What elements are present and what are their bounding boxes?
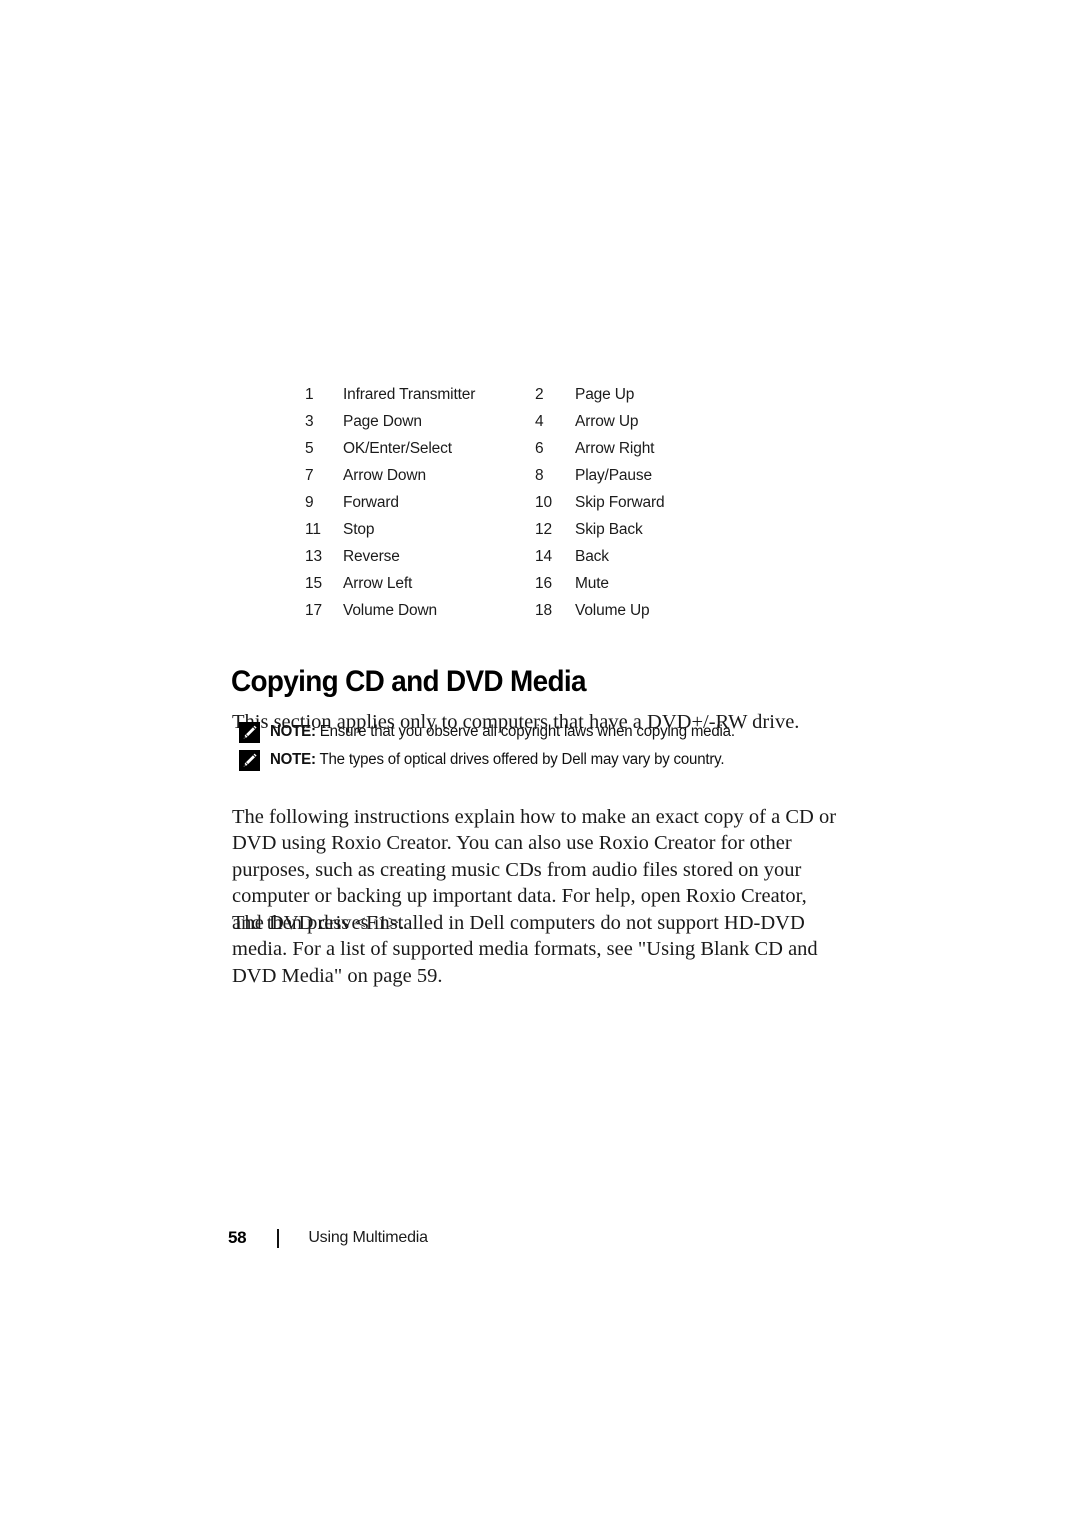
- legend-table-body: 1 Infrared Transmitter 2 Page Up 3 Page …: [305, 381, 825, 624]
- legend-label: Arrow Right: [575, 440, 655, 457]
- table-row: 3 Page Down 4 Arrow Up: [305, 408, 825, 435]
- table-row: 13 Reverse 14 Back: [305, 543, 825, 570]
- note-text: NOTE: Ensure that you observe all copyri…: [270, 721, 735, 742]
- note-callout: NOTE: Ensure that you observe all copyri…: [239, 721, 749, 743]
- legend-label: OK/Enter/Select: [343, 440, 452, 457]
- note-body: Ensure that you observe all copyright la…: [315, 723, 735, 740]
- legend-number: 10: [535, 494, 552, 511]
- note-keyword: NOTE:: [270, 723, 316, 740]
- remote-control-legend-table: 1 Infrared Transmitter 2 Page Up 3 Page …: [305, 381, 825, 624]
- note-body: The types of optical drives offered by D…: [315, 751, 725, 768]
- legend-number: 8: [535, 467, 544, 484]
- legend-number: 9: [305, 494, 314, 511]
- legend-number: 6: [535, 440, 544, 457]
- table-row: 11 Stop 12 Skip Back: [305, 516, 825, 543]
- footer-section-title: Using Multimedia: [308, 1229, 428, 1246]
- legend-number: 4: [535, 413, 544, 430]
- legend-number: 7: [305, 467, 314, 484]
- table-row: 9 Forward 10 Skip Forward: [305, 489, 825, 516]
- note-pencil-icon: [239, 750, 260, 771]
- legend-label: Volume Up: [575, 602, 650, 619]
- footer-page-number: 58: [228, 1228, 247, 1247]
- legend-label: Infrared Transmitter: [343, 386, 476, 403]
- page-title: Copying CD and DVD Media: [231, 665, 587, 699]
- legend-number: 17: [305, 602, 322, 619]
- table-row: 15 Arrow Left 16 Mute: [305, 570, 825, 597]
- legend-number: 2: [535, 386, 544, 403]
- legend-label: Arrow Down: [343, 467, 426, 484]
- note-keyword: NOTE:: [270, 751, 316, 768]
- legend-label: Skip Back: [575, 521, 643, 538]
- legend-number: 3: [305, 413, 314, 430]
- legend-number: 14: [535, 548, 552, 565]
- legend-label: Mute: [575, 575, 609, 592]
- legend-label: Back: [575, 548, 609, 565]
- note-callout: NOTE: The types of optical drives offere…: [239, 749, 738, 771]
- table-row: 1 Infrared Transmitter 2 Page Up: [305, 381, 825, 408]
- hd-dvd-support-paragraph: The DVD drives installed in Dell compute…: [232, 911, 818, 987]
- legend-label: Reverse: [343, 548, 400, 565]
- footer-divider: [277, 1228, 280, 1248]
- legend-label: Skip Forward: [575, 494, 665, 511]
- legend-number: 13: [305, 548, 322, 565]
- legend-number: 12: [535, 521, 552, 538]
- page-footer: 58 Using Multimedia: [228, 1228, 428, 1248]
- legend-label: Play/Pause: [575, 467, 652, 484]
- table-row: 5 OK/Enter/Select 6 Arrow Right: [305, 435, 825, 462]
- legend-number: 16: [535, 575, 552, 592]
- legend-label: Arrow Up: [575, 413, 639, 430]
- legend-label: Forward: [343, 494, 399, 511]
- legend-label: Page Down: [343, 413, 422, 430]
- legend-number: 15: [305, 575, 322, 592]
- legend-label: Volume Down: [343, 602, 437, 619]
- legend-label: Page Up: [575, 386, 635, 403]
- legend-number: 1: [305, 386, 314, 403]
- note-text: NOTE: The types of optical drives offere…: [270, 749, 725, 770]
- legend-label: Stop: [343, 521, 375, 538]
- table-row: 7 Arrow Down 8 Play/Pause: [305, 462, 825, 489]
- legend-number: 11: [305, 521, 321, 538]
- legend-number: 5: [305, 440, 314, 457]
- note-pencil-icon: [239, 722, 260, 743]
- table-row: 17 Volume Down 18 Volume Up: [305, 597, 825, 624]
- document-page: 1 Infrared Transmitter 2 Page Up 3 Page …: [0, 0, 1080, 1527]
- legend-label: Arrow Left: [343, 575, 413, 592]
- legend-number: 18: [535, 602, 552, 619]
